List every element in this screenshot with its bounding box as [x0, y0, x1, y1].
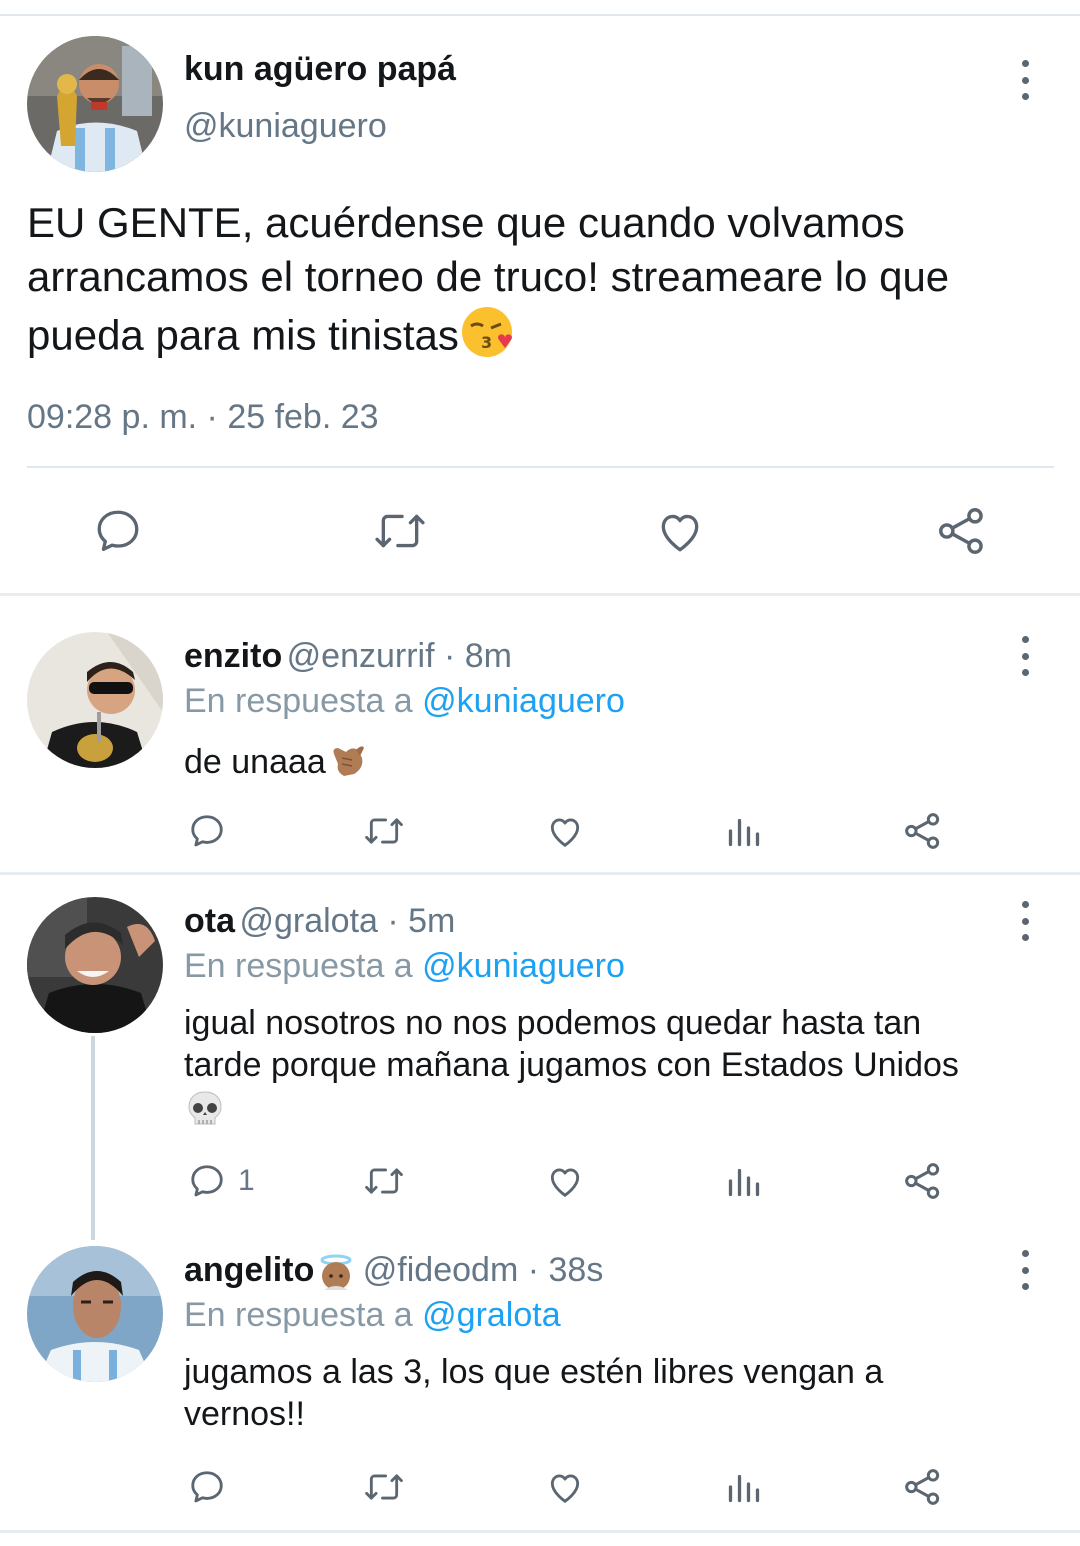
- timestamp: 09:28 p. m. · 25 feb. 23: [27, 398, 379, 436]
- kissing-heart-emoji: 3: [459, 304, 515, 373]
- reply-button[interactable]: [188, 1468, 226, 1506]
- reply-icon: [191, 815, 223, 847]
- reply-text: igual nosotros no nos podemos quedar has…: [184, 1002, 1044, 1140]
- reply-text: de unaaa: [184, 738, 1044, 790]
- analytics-icon: [728, 818, 760, 847]
- reply-count: 1: [238, 1164, 255, 1197]
- like-button[interactable]: [545, 812, 585, 850]
- skull-emoji: [184, 1088, 226, 1140]
- reply-context: En respuesta a @kuniaguero: [184, 682, 625, 721]
- reply-icon: [191, 1471, 223, 1503]
- section-divider: [0, 593, 1080, 596]
- retweet-icon: [365, 818, 403, 844]
- share-button[interactable]: [903, 1160, 943, 1202]
- more-options-icon[interactable]: [1013, 636, 1037, 676]
- more-options-icon[interactable]: [1013, 901, 1037, 941]
- author-name[interactable]: ota: [184, 902, 235, 940]
- tweet-text: EU GENTE, acuérdense que cuando volvamos…: [27, 196, 1067, 373]
- retweet-icon: [365, 1474, 403, 1500]
- share-icon: [939, 508, 983, 554]
- reply-header: enzito @enzurrif · 8m: [184, 637, 512, 676]
- reply-text-line: vernos!!: [184, 1395, 305, 1433]
- reply-text-content: de unaaa: [184, 742, 326, 781]
- reply-context: En respuesta a @kuniaguero: [184, 947, 625, 986]
- like-icon: [661, 514, 699, 552]
- reply-time: · 8m: [434, 637, 513, 675]
- analytics-icon: [728, 1168, 760, 1197]
- more-options-icon[interactable]: [1013, 1250, 1037, 1290]
- reply-time: · 38s: [518, 1251, 604, 1289]
- share-button[interactable]: [903, 1466, 943, 1508]
- reply-icon: [97, 510, 139, 551]
- reply-prefix: En respuesta a: [184, 1296, 423, 1334]
- analytics-button[interactable]: [726, 812, 762, 850]
- retweet-button[interactable]: [362, 1468, 406, 1506]
- like-button[interactable]: [545, 1162, 585, 1200]
- reply-header: ota @gralota · 5m: [184, 902, 455, 941]
- author-handle[interactable]: @kuniaguero: [184, 107, 387, 146]
- author-name[interactable]: angelito: [184, 1251, 314, 1289]
- avatar[interactable]: [27, 632, 163, 768]
- like-button[interactable]: [545, 1468, 585, 1506]
- section-divider: [0, 1530, 1080, 1533]
- like-icon: [550, 818, 580, 847]
- share-icon: [905, 813, 940, 849]
- retweet-icon: [375, 514, 425, 548]
- top-divider: [0, 14, 1080, 16]
- retweet-button[interactable]: [372, 506, 428, 556]
- reply-text: jugamos a las 3, los que estén libres ve…: [184, 1351, 1044, 1435]
- share-icon: [905, 1469, 940, 1505]
- reply-text-line: tarde porque mañana jugamos con Estados …: [184, 1046, 959, 1084]
- reply-header: angelito @fideodm · 38s: [184, 1251, 603, 1299]
- angel-emoji: [314, 1254, 358, 1299]
- retweet-button[interactable]: [362, 1162, 406, 1200]
- analytics-button[interactable]: [726, 1162, 762, 1200]
- reply-time: · 5m: [377, 902, 456, 940]
- svg-text:3: 3: [481, 333, 492, 352]
- like-icon: [550, 1474, 580, 1503]
- retweet-icon: [365, 1168, 403, 1194]
- reply-to-link[interactable]: @kuniaguero: [422, 682, 625, 720]
- section-divider: [0, 872, 1080, 875]
- like-icon: [550, 1168, 580, 1197]
- reply-to-link[interactable]: @gralota: [422, 1296, 560, 1334]
- share-button[interactable]: [936, 504, 988, 558]
- analytics-icon: [728, 1474, 760, 1503]
- avatar[interactable]: [27, 36, 163, 172]
- retweet-button[interactable]: [362, 812, 406, 850]
- avatar[interactable]: [27, 897, 163, 1033]
- reply-prefix: En respuesta a: [184, 682, 423, 720]
- reply-button[interactable]: [188, 812, 226, 850]
- more-options-icon[interactable]: [1013, 60, 1037, 100]
- reply-prefix: En respuesta a: [184, 947, 423, 985]
- reply-button[interactable]: [93, 506, 143, 556]
- share-button[interactable]: [903, 810, 943, 852]
- author-name[interactable]: enzito: [184, 637, 282, 675]
- reply-text-line: jugamos a las 3, los que estén libres ve…: [184, 1353, 884, 1391]
- analytics-button[interactable]: [726, 1468, 762, 1506]
- share-icon: [905, 1163, 940, 1199]
- divider: [27, 466, 1054, 468]
- reply-text-line: igual nosotros no nos podemos quedar has…: [184, 1004, 922, 1042]
- reply-button[interactable]: 1: [188, 1162, 255, 1200]
- author-handle[interactable]: @fideodm: [363, 1251, 518, 1289]
- author-handle[interactable]: @gralota: [239, 902, 377, 940]
- author-name[interactable]: kun agüero papá: [184, 50, 456, 89]
- call-me-hand-emoji: [326, 738, 368, 790]
- author-handle[interactable]: @enzurrif: [287, 637, 435, 675]
- reply-to-link[interactable]: @kuniaguero: [422, 947, 625, 985]
- like-button[interactable]: [654, 506, 706, 556]
- avatar[interactable]: [27, 1246, 163, 1382]
- reply-context: En respuesta a @gralota: [184, 1296, 561, 1335]
- reply-icon: [191, 1165, 223, 1197]
- thread-line: [91, 1036, 95, 1240]
